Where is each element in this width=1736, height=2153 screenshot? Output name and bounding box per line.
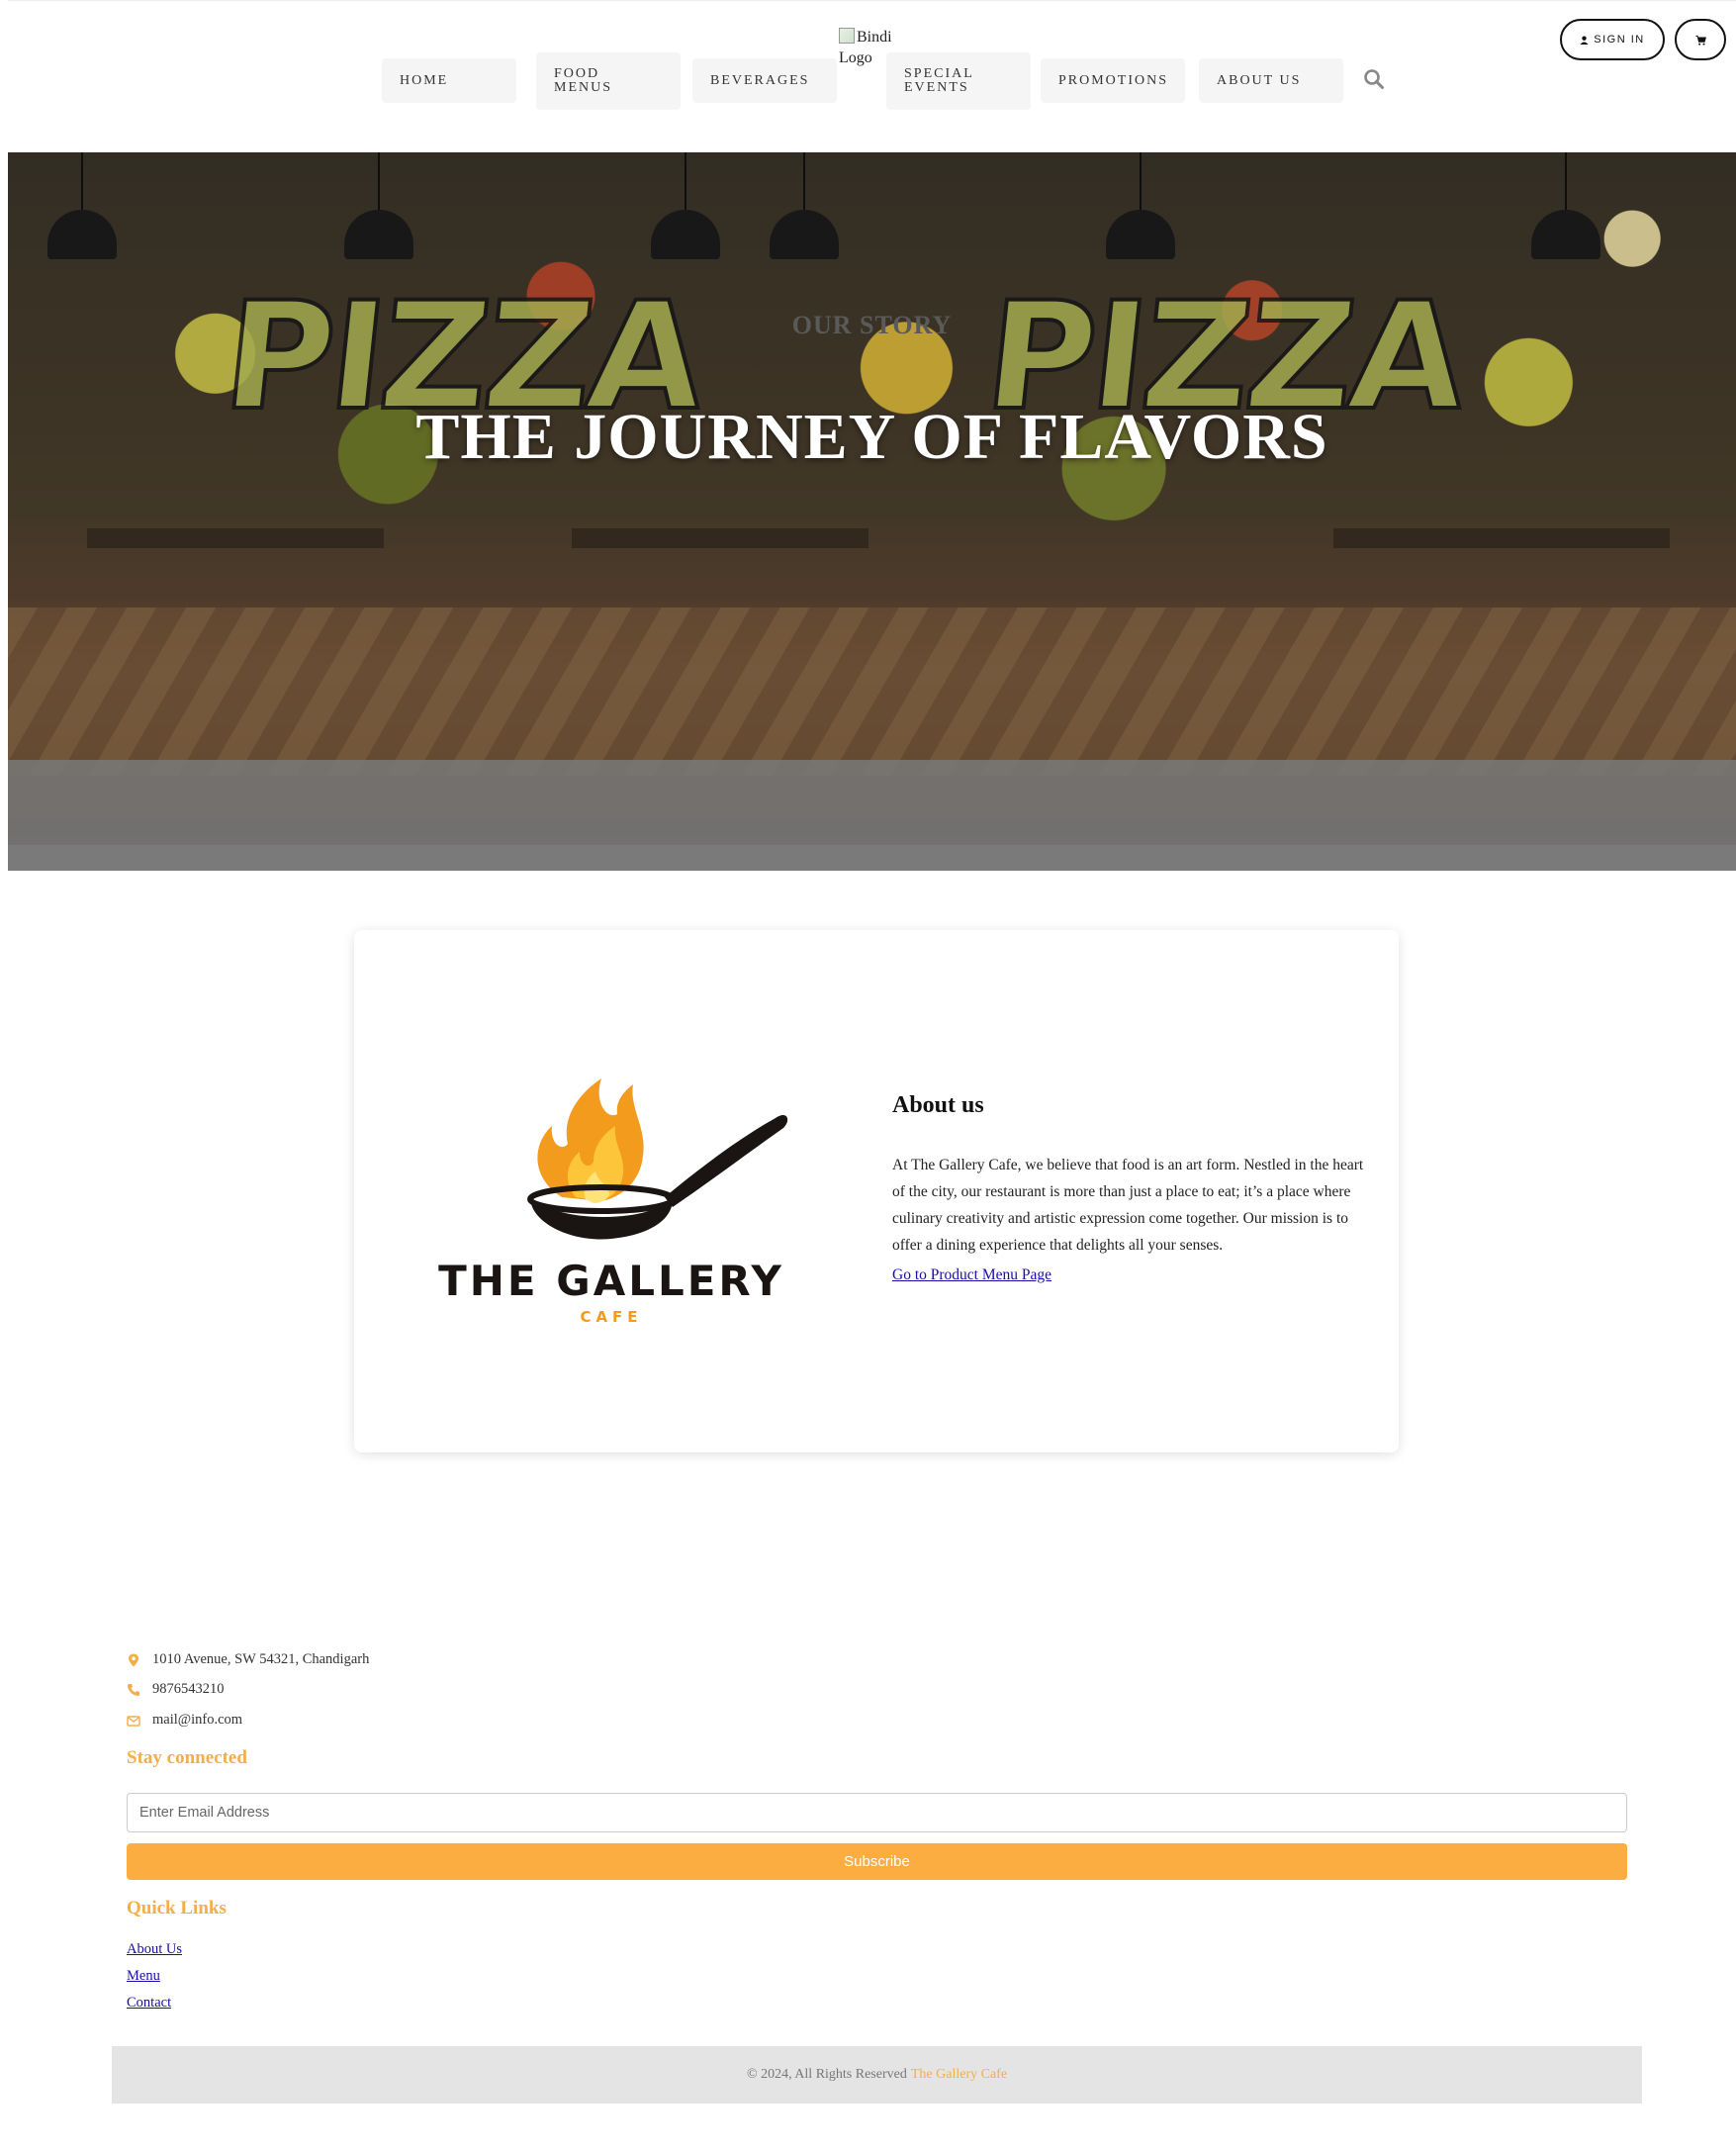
about-description: At The Gallery Cafe, we believe that foo… bbox=[892, 1157, 1364, 1254]
site-header: HOME FOOD MENUS BEVERAGES Bindi Logo SPE… bbox=[8, 0, 1736, 152]
map-pin-icon bbox=[129, 1653, 138, 1666]
phone-icon bbox=[128, 1683, 139, 1696]
sign-in-label: SIGN IN bbox=[1594, 34, 1645, 46]
copyright-text: © 2024, All Rights Reserved bbox=[746, 2067, 907, 2082]
envelope-icon bbox=[127, 1715, 140, 1727]
copyright-bar: © 2024, All Rights Reserved The Gallery … bbox=[112, 2046, 1642, 2104]
newsletter-email-input[interactable] bbox=[127, 1793, 1627, 1832]
quick-links-heading: Quick Links bbox=[127, 1898, 227, 1919]
contact-phone: 9876543210 bbox=[127, 1681, 225, 1698]
contact-email: mail@info.com bbox=[127, 1712, 242, 1729]
hero-subtitle: OUR STORY bbox=[791, 311, 953, 339]
product-menu-link[interactable]: Go to Product Menu Page bbox=[892, 1266, 1051, 1284]
contact-address: 1010 Avenue, SW 54321, Chandigarh bbox=[127, 1651, 369, 1668]
stay-connected-heading: Stay connected bbox=[127, 1747, 247, 1768]
user-icon bbox=[1580, 36, 1589, 45]
brand-name: THE GALLERY bbox=[438, 1257, 784, 1305]
brand-subtitle: CAFE bbox=[580, 1308, 643, 1326]
search-icon[interactable] bbox=[1363, 68, 1385, 90]
quick-link-menu[interactable]: Menu bbox=[127, 1968, 160, 1985]
nav-home[interactable]: HOME bbox=[382, 58, 516, 103]
subscribe-button[interactable]: Subscribe bbox=[127, 1843, 1627, 1880]
nav-special-events[interactable]: SPECIAL EVENTS bbox=[886, 52, 1031, 110]
hero-bottom-strip bbox=[8, 845, 1736, 871]
broken-image-icon bbox=[839, 28, 855, 44]
about-card: THE GALLERY CAFE About us At The Gallery… bbox=[354, 930, 1399, 1452]
copyright-brand: The Gallery Cafe bbox=[910, 2067, 1008, 2082]
hero-banner: PIZZA PIZZA OUR STORY THE JOURNEY OF FLA… bbox=[8, 152, 1736, 871]
about-heading: About us bbox=[892, 1092, 984, 1118]
nav-promotions[interactable]: PROMOTIONS bbox=[1041, 58, 1185, 103]
hero-title: THE JOURNEY OF FLAVORS bbox=[415, 401, 1328, 473]
email-text: mail@info.com bbox=[152, 1712, 243, 1728]
nav-beverages[interactable]: BEVERAGES bbox=[692, 58, 837, 103]
cart-button[interactable] bbox=[1675, 19, 1726, 60]
sign-in-button[interactable]: SIGN IN bbox=[1560, 19, 1665, 60]
quick-link-about-us[interactable]: About Us bbox=[127, 1941, 182, 1958]
address-text: 1010 Avenue, SW 54321, Chandigarh bbox=[152, 1651, 370, 1667]
phone-text: 9876543210 bbox=[152, 1681, 225, 1697]
main-nav: HOME FOOD MENUS BEVERAGES Bindi Logo SPE… bbox=[8, 1, 1736, 153]
nav-food-menus[interactable]: FOOD MENUS bbox=[536, 52, 681, 110]
cart-icon bbox=[1694, 35, 1706, 46]
nav-about-us[interactable]: ABOUT US bbox=[1199, 58, 1343, 103]
quick-link-contact[interactable]: Contact bbox=[127, 1995, 171, 2012]
